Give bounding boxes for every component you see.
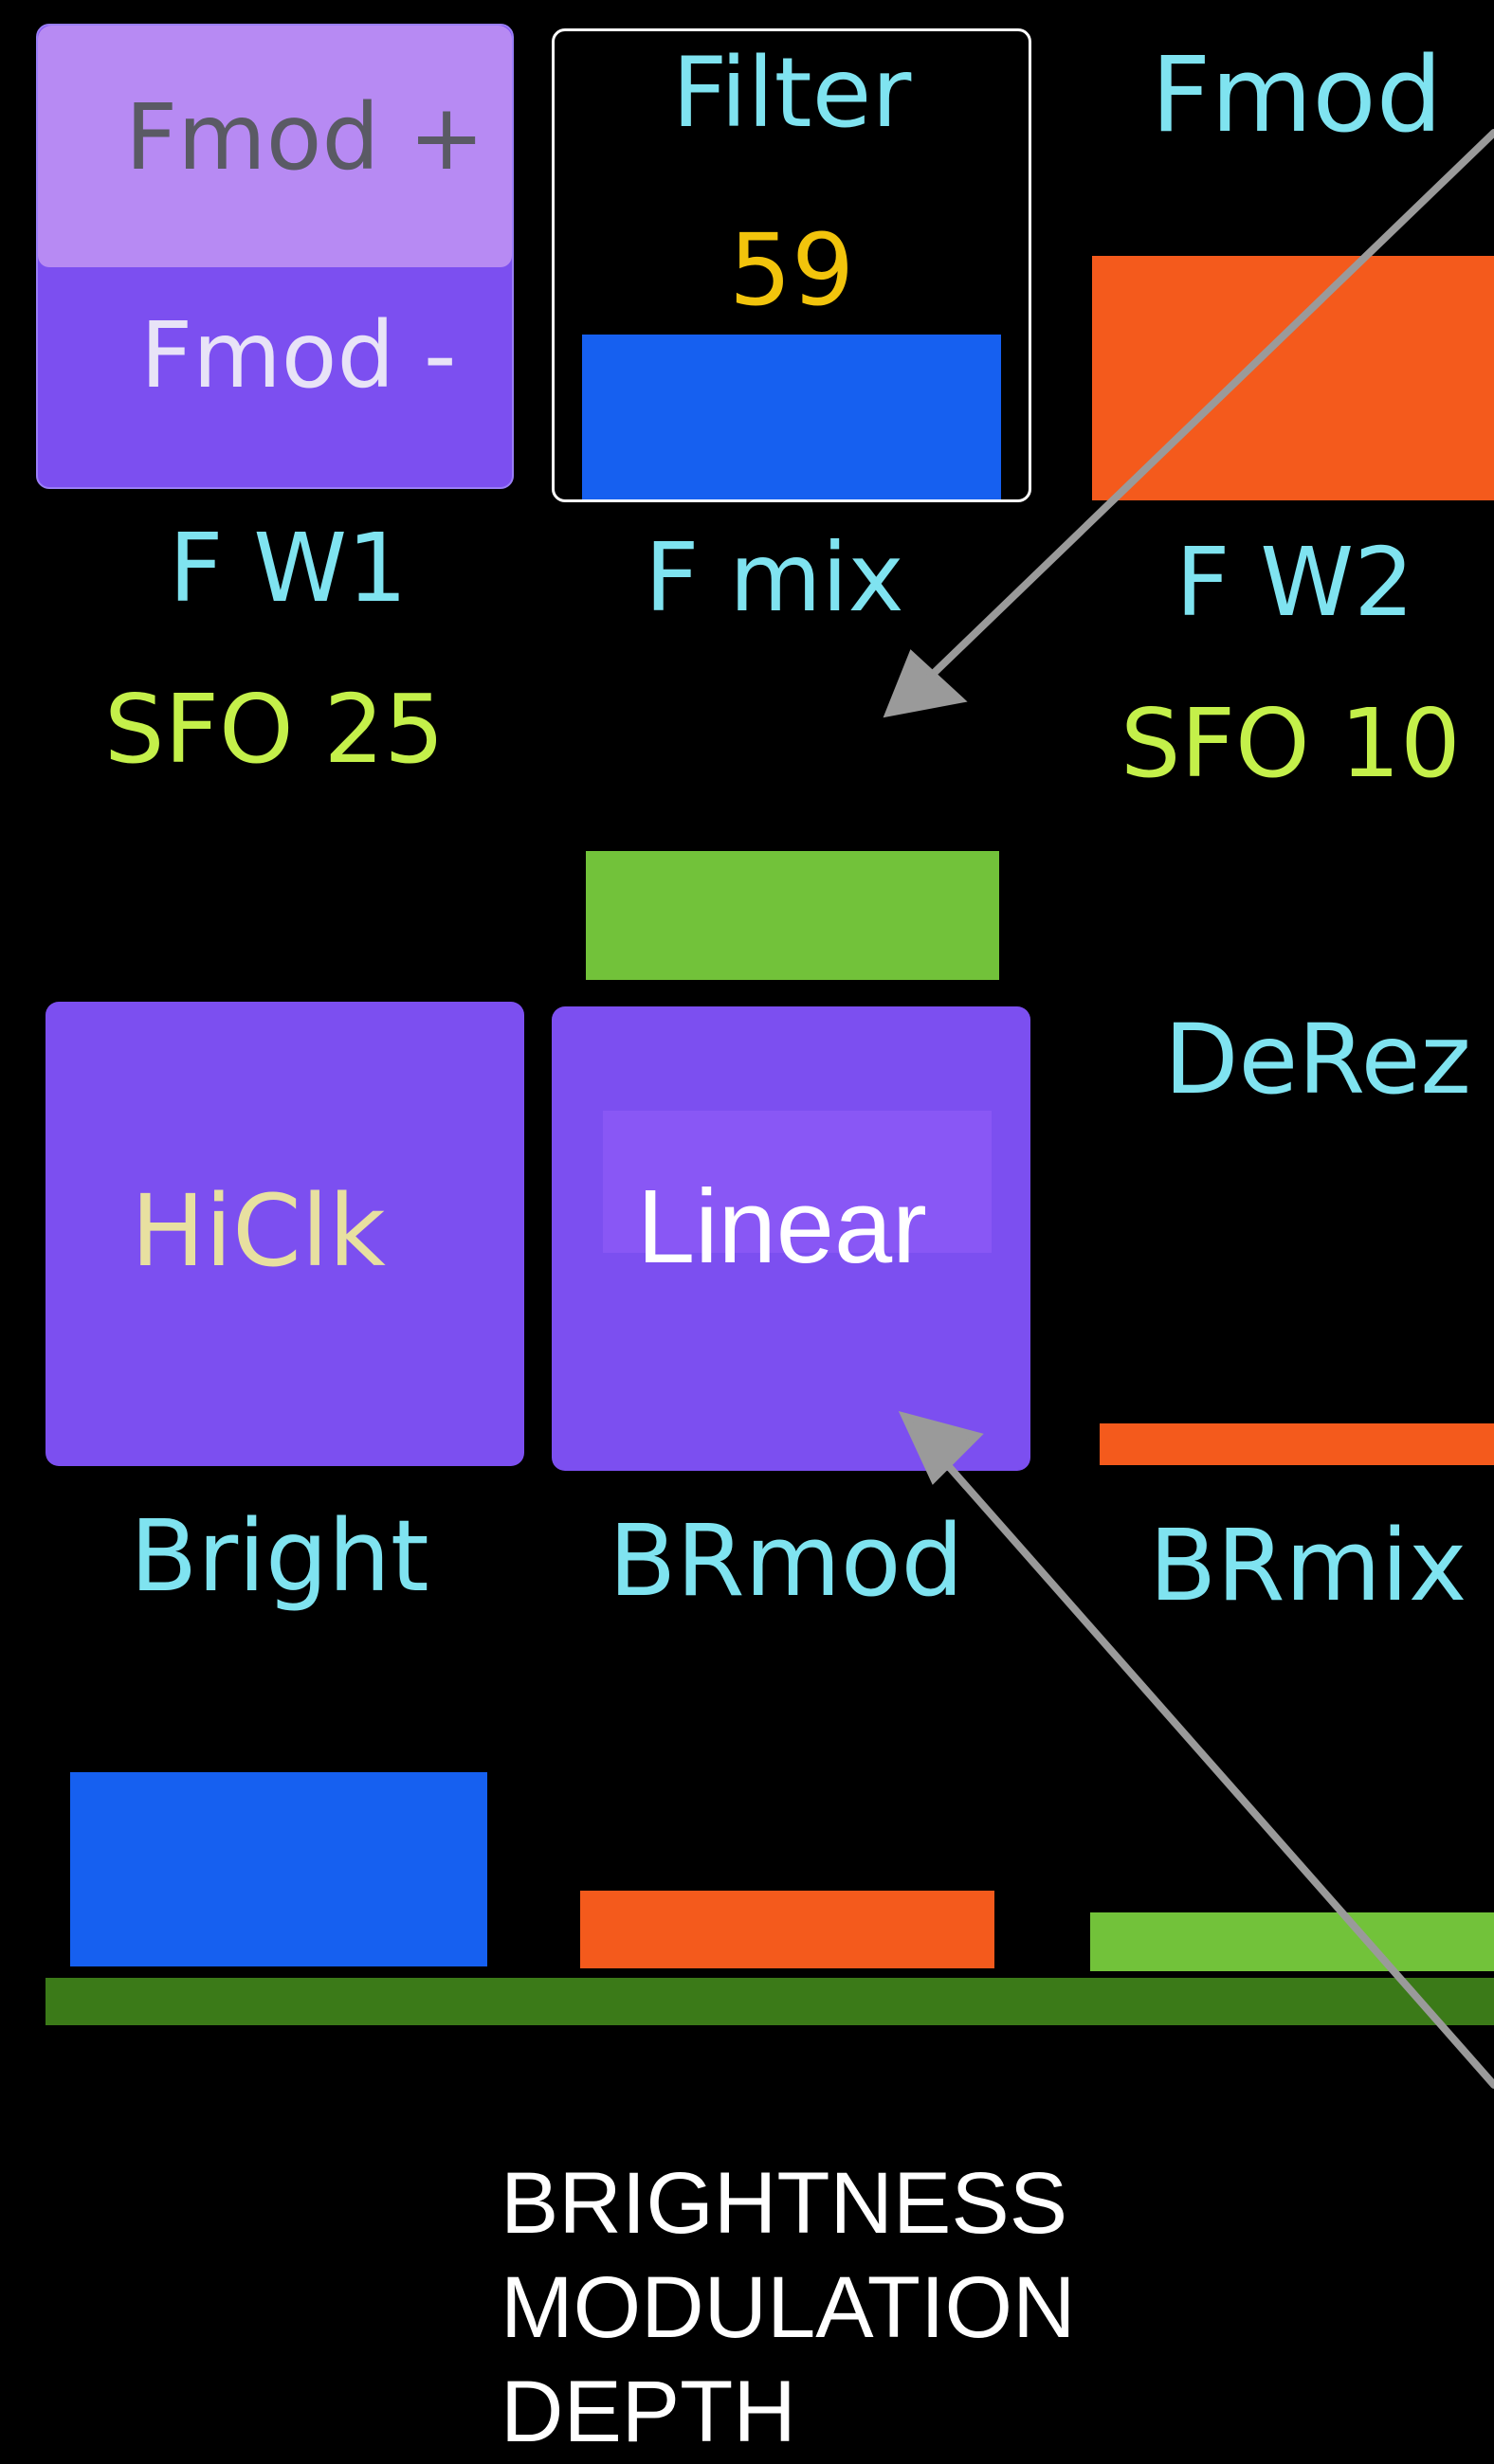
filter-value: 59: [728, 212, 855, 328]
derez-level-bar: [1100, 1423, 1494, 1465]
brmod-label: BRmod: [609, 1503, 964, 1619]
annotation-line-2: MODULATION: [501, 2259, 1076, 2356]
brmix-level-bar: [1090, 1912, 1494, 1971]
filter-label: Filter: [671, 37, 912, 150]
hiclk-button[interactable]: HiClk: [46, 1002, 524, 1466]
fw1-label: F W1: [169, 513, 408, 624]
filter-control[interactable]: Filter 59: [552, 28, 1031, 502]
fmod-label: Fmod: [1151, 34, 1443, 155]
annotation-line-1: BRIGHTNESS: [501, 2155, 1068, 2252]
annotation-line-3: DEPTH: [501, 2364, 796, 2460]
fmod-plus-label: Fmod +: [125, 84, 485, 190]
filter-level-bar: [582, 335, 1001, 499]
sfo-right-label: SFO 10: [1120, 688, 1461, 799]
fmix-level-bar: [586, 851, 999, 980]
brmod-level-bar: [580, 1891, 994, 1968]
sfo-left-label: SFO 25: [104, 674, 445, 785]
linear-button[interactable]: Linear: [552, 1006, 1030, 1471]
fmod-minus-label[interactable]: Fmod -: [140, 310, 457, 401]
fmod-plus-option[interactable]: Fmod +: [38, 26, 512, 267]
bright-level-bar: [70, 1772, 487, 1966]
bottom-level-strip: [46, 1978, 1494, 2025]
annotation-text: BRIGHTNESS MODULATION DEPTH: [501, 2151, 1076, 2464]
bright-label: Bright: [130, 1498, 429, 1614]
fmod-toggle[interactable]: Fmod + Fmod -: [36, 24, 514, 489]
fmix-label: F mix: [645, 522, 904, 633]
linear-label: Linear: [637, 1169, 927, 1285]
fw2-label: F W2: [1175, 527, 1414, 638]
brmix-label: BRmix: [1149, 1508, 1467, 1623]
fmod-level-bar: [1092, 256, 1494, 500]
derez-label: DeRez: [1164, 1004, 1471, 1116]
hiclk-label: HiClk: [131, 1173, 386, 1289]
